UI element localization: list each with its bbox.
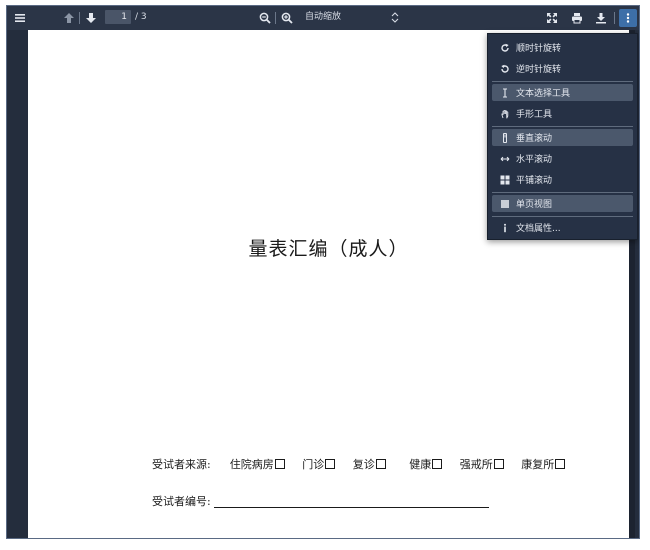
pdf-viewer: 1 / 3 自动缩放 量表汇编（成人） 受试者来源: 住院病房 门诊 复诊 健康… — [6, 5, 640, 539]
menu-divider — [492, 192, 633, 193]
menu-item-wrapped-scroll[interactable]: 平铺滚动 — [492, 171, 633, 188]
menu-item-label: 垂直滚动 — [516, 134, 553, 144]
checkbox-icon — [432, 459, 443, 469]
select-arrows-icon — [391, 12, 399, 23]
zoom-out-button[interactable] — [256, 9, 274, 27]
source-option: 健康 — [409, 458, 443, 471]
source-option: 康复所 — [521, 458, 566, 471]
menu-item-rotate-clockwise[interactable]: 顺时针旋转 — [492, 39, 633, 56]
page-number-input[interactable]: 1 — [105, 10, 131, 24]
checkbox-icon — [375, 459, 386, 469]
menu-item-label: 手形工具 — [516, 110, 553, 120]
arrow-down-icon — [86, 13, 96, 23]
zoom-select[interactable]: 自动缩放 — [305, 11, 341, 24]
source-option: 住院病房 — [230, 458, 285, 471]
rotate-cw-icon — [501, 43, 509, 52]
source-label: 受试者来源: — [152, 458, 211, 471]
menu-item-vertical-scroll[interactable]: 垂直滚动 — [492, 129, 633, 146]
menu-item-label: 文本选择工具 — [516, 89, 571, 99]
toolbar-divider — [614, 12, 615, 24]
hand-icon — [501, 109, 509, 118]
horizontal-scroll-icon — [500, 156, 510, 161]
text-cursor-icon — [503, 87, 507, 98]
previous-page-button[interactable] — [60, 9, 78, 27]
menu-item-text-select-tool[interactable]: 文本选择工具 — [492, 84, 633, 101]
menu-item-label: 顺时针旋转 — [516, 44, 562, 54]
checkbox-icon — [493, 459, 504, 469]
number-label: 受试者编号: — [152, 495, 211, 508]
info-icon — [504, 223, 506, 232]
print-button[interactable] — [568, 9, 586, 27]
source-option: 强戒所 — [460, 458, 504, 471]
vertical-scroll-icon — [503, 132, 507, 143]
presentation-mode-button[interactable] — [543, 9, 561, 27]
menu-item-hand-tool[interactable]: 手形工具 — [492, 105, 633, 122]
rotate-ccw-icon — [501, 64, 509, 73]
zoom-out-icon — [259, 12, 271, 24]
number-line: 受试者编号: — [152, 493, 490, 509]
fullscreen-icon — [547, 13, 557, 23]
zoom-in-icon — [281, 12, 293, 24]
menu-item-horizontal-scroll[interactable]: 水平滚动 — [492, 150, 633, 167]
tools-menu-button[interactable] — [619, 9, 637, 27]
number-underline — [214, 496, 490, 508]
menu-item-label: 逆时针旋转 — [516, 65, 562, 75]
page-total: / 3 — [135, 12, 147, 22]
more-vertical-icon — [626, 13, 630, 23]
toolbar: 1 / 3 自动缩放 — [7, 6, 639, 31]
menu-divider — [492, 81, 633, 82]
zoom-in-button[interactable] — [278, 9, 296, 27]
print-icon — [572, 13, 582, 24]
menu-divider — [492, 216, 633, 217]
download-button[interactable] — [592, 9, 610, 27]
tools-menu: 顺时针旋转 逆时针旋转 文本选择工具 手形工具 垂直滚动 水平滚动 平铺滚动 单… — [487, 33, 638, 240]
menu-item-label: 水平滚动 — [516, 155, 553, 165]
toolbar-divider — [79, 12, 80, 24]
checkbox-icon — [325, 459, 336, 469]
download-icon — [596, 13, 606, 24]
arrow-up-icon — [64, 13, 74, 23]
source-option: 门诊 — [302, 458, 336, 471]
checkbox-icon — [555, 459, 566, 469]
menu-item-document-properties[interactable]: 文档属性... — [492, 219, 633, 236]
source-line: 受试者来源: 住院病房 门诊 复诊 健康 强戒所 康复所 — [152, 456, 566, 472]
menu-divider — [492, 126, 633, 127]
menu-item-label: 单页视图 — [516, 200, 553, 210]
menu-icon — [15, 14, 25, 22]
toolbar-divider — [275, 12, 276, 24]
source-option: 复诊 — [353, 458, 386, 471]
checkbox-icon — [274, 459, 285, 469]
menu-item-rotate-counterclockwise[interactable]: 逆时针旋转 — [492, 60, 633, 77]
single-page-icon — [501, 199, 509, 208]
wrapped-scroll-icon — [500, 175, 510, 184]
next-page-button[interactable] — [82, 9, 100, 27]
menu-item-single-page-view[interactable]: 单页视图 — [492, 195, 633, 212]
menu-item-label: 文档属性... — [516, 224, 561, 234]
menu-item-label: 平铺滚动 — [516, 176, 553, 186]
sidebar-toggle-button[interactable] — [11, 9, 29, 27]
